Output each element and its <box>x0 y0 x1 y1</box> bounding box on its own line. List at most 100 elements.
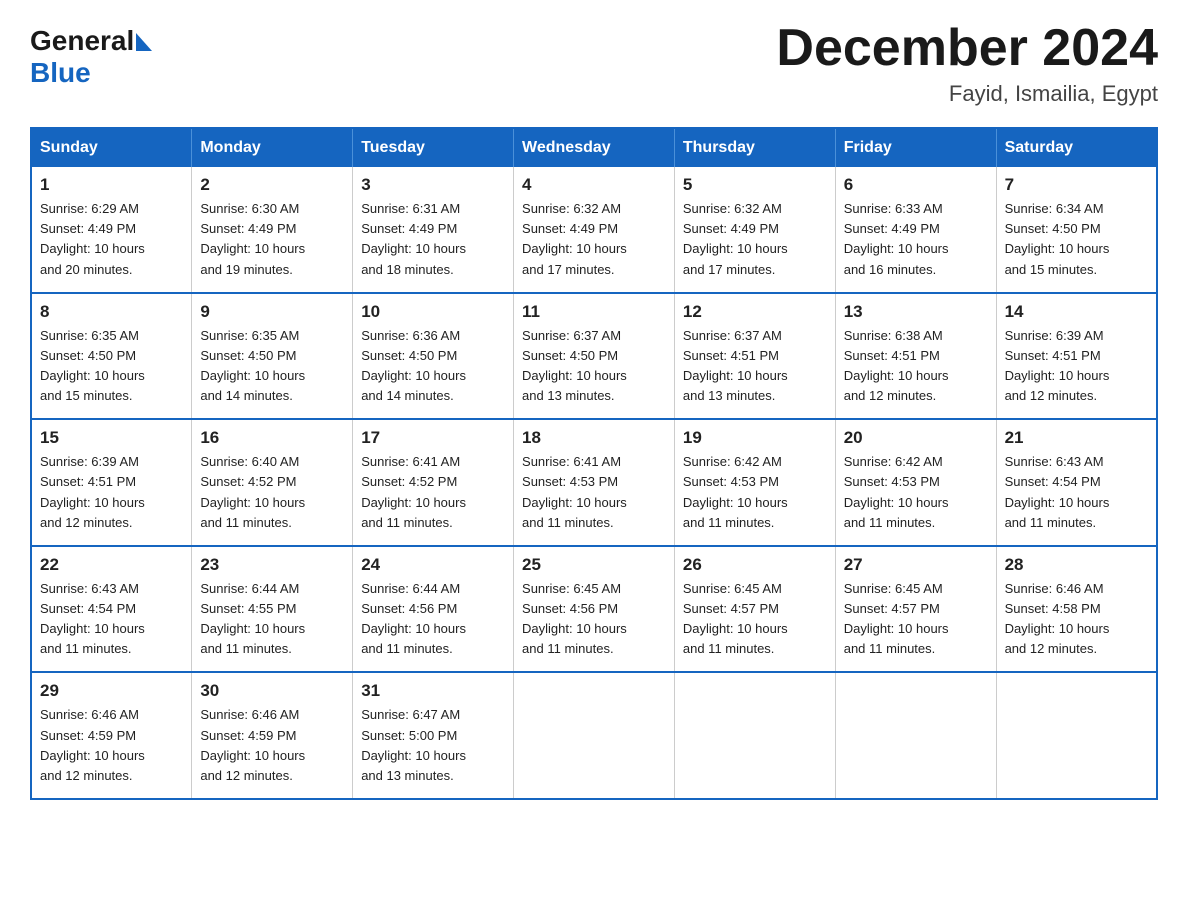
day-cell: 19 Sunrise: 6:42 AM Sunset: 4:53 PM Dayl… <box>674 419 835 546</box>
day-number: 24 <box>361 555 505 575</box>
title-section: December 2024 Fayid, Ismailia, Egypt <box>776 20 1158 107</box>
week-row-2: 8 Sunrise: 6:35 AM Sunset: 4:50 PM Dayli… <box>31 293 1157 420</box>
week-row-5: 29 Sunrise: 6:46 AM Sunset: 4:59 PM Dayl… <box>31 672 1157 799</box>
day-cell: 21 Sunrise: 6:43 AM Sunset: 4:54 PM Dayl… <box>996 419 1157 546</box>
page-header: General Blue December 2024 Fayid, Ismail… <box>30 20 1158 107</box>
calendar-table: SundayMondayTuesdayWednesdayThursdayFrid… <box>30 127 1158 800</box>
day-info: Sunrise: 6:44 AM Sunset: 4:55 PM Dayligh… <box>200 579 344 660</box>
day-cell: 30 Sunrise: 6:46 AM Sunset: 4:59 PM Dayl… <box>192 672 353 799</box>
day-cell: 15 Sunrise: 6:39 AM Sunset: 4:51 PM Dayl… <box>31 419 192 546</box>
day-cell: 27 Sunrise: 6:45 AM Sunset: 4:57 PM Dayl… <box>835 546 996 673</box>
day-info: Sunrise: 6:38 AM Sunset: 4:51 PM Dayligh… <box>844 326 988 407</box>
day-number: 11 <box>522 302 666 322</box>
logo: General Blue <box>30 20 152 89</box>
day-cell: 18 Sunrise: 6:41 AM Sunset: 4:53 PM Dayl… <box>514 419 675 546</box>
day-info: Sunrise: 6:35 AM Sunset: 4:50 PM Dayligh… <box>200 326 344 407</box>
day-cell: 31 Sunrise: 6:47 AM Sunset: 5:00 PM Dayl… <box>353 672 514 799</box>
week-row-4: 22 Sunrise: 6:43 AM Sunset: 4:54 PM Dayl… <box>31 546 1157 673</box>
day-cell: 3 Sunrise: 6:31 AM Sunset: 4:49 PM Dayli… <box>353 167 514 293</box>
day-cell: 8 Sunrise: 6:35 AM Sunset: 4:50 PM Dayli… <box>31 293 192 420</box>
logo-general: General <box>30 25 134 57</box>
header-thursday: Thursday <box>674 128 835 167</box>
day-cell: 2 Sunrise: 6:30 AM Sunset: 4:49 PM Dayli… <box>192 167 353 293</box>
day-cell: 24 Sunrise: 6:44 AM Sunset: 4:56 PM Dayl… <box>353 546 514 673</box>
day-number: 29 <box>40 681 183 701</box>
day-info: Sunrise: 6:36 AM Sunset: 4:50 PM Dayligh… <box>361 326 505 407</box>
day-cell: 12 Sunrise: 6:37 AM Sunset: 4:51 PM Dayl… <box>674 293 835 420</box>
day-info: Sunrise: 6:37 AM Sunset: 4:50 PM Dayligh… <box>522 326 666 407</box>
day-cell: 6 Sunrise: 6:33 AM Sunset: 4:49 PM Dayli… <box>835 167 996 293</box>
day-info: Sunrise: 6:42 AM Sunset: 4:53 PM Dayligh… <box>844 452 988 533</box>
day-info: Sunrise: 6:37 AM Sunset: 4:51 PM Dayligh… <box>683 326 827 407</box>
day-cell: 10 Sunrise: 6:36 AM Sunset: 4:50 PM Dayl… <box>353 293 514 420</box>
location: Fayid, Ismailia, Egypt <box>776 81 1158 107</box>
week-row-3: 15 Sunrise: 6:39 AM Sunset: 4:51 PM Dayl… <box>31 419 1157 546</box>
day-info: Sunrise: 6:45 AM Sunset: 4:57 PM Dayligh… <box>683 579 827 660</box>
header-sunday: Sunday <box>31 128 192 167</box>
day-cell <box>674 672 835 799</box>
day-cell: 16 Sunrise: 6:40 AM Sunset: 4:52 PM Dayl… <box>192 419 353 546</box>
day-info: Sunrise: 6:31 AM Sunset: 4:49 PM Dayligh… <box>361 199 505 280</box>
day-number: 10 <box>361 302 505 322</box>
day-number: 8 <box>40 302 183 322</box>
day-info: Sunrise: 6:32 AM Sunset: 4:49 PM Dayligh… <box>683 199 827 280</box>
day-number: 17 <box>361 428 505 448</box>
day-number: 9 <box>200 302 344 322</box>
day-number: 21 <box>1005 428 1148 448</box>
day-number: 3 <box>361 175 505 195</box>
day-info: Sunrise: 6:46 AM Sunset: 4:59 PM Dayligh… <box>200 705 344 786</box>
day-number: 12 <box>683 302 827 322</box>
day-cell: 14 Sunrise: 6:39 AM Sunset: 4:51 PM Dayl… <box>996 293 1157 420</box>
day-cell <box>996 672 1157 799</box>
day-number: 13 <box>844 302 988 322</box>
day-cell: 9 Sunrise: 6:35 AM Sunset: 4:50 PM Dayli… <box>192 293 353 420</box>
day-number: 25 <box>522 555 666 575</box>
day-info: Sunrise: 6:41 AM Sunset: 4:53 PM Dayligh… <box>522 452 666 533</box>
day-number: 15 <box>40 428 183 448</box>
day-cell <box>835 672 996 799</box>
day-info: Sunrise: 6:43 AM Sunset: 4:54 PM Dayligh… <box>1005 452 1148 533</box>
day-cell: 7 Sunrise: 6:34 AM Sunset: 4:50 PM Dayli… <box>996 167 1157 293</box>
day-info: Sunrise: 6:29 AM Sunset: 4:49 PM Dayligh… <box>40 199 183 280</box>
header-monday: Monday <box>192 128 353 167</box>
day-cell: 1 Sunrise: 6:29 AM Sunset: 4:49 PM Dayli… <box>31 167 192 293</box>
day-cell <box>514 672 675 799</box>
day-info: Sunrise: 6:32 AM Sunset: 4:49 PM Dayligh… <box>522 199 666 280</box>
day-cell: 4 Sunrise: 6:32 AM Sunset: 4:49 PM Dayli… <box>514 167 675 293</box>
day-info: Sunrise: 6:40 AM Sunset: 4:52 PM Dayligh… <box>200 452 344 533</box>
day-info: Sunrise: 6:39 AM Sunset: 4:51 PM Dayligh… <box>1005 326 1148 407</box>
day-cell: 13 Sunrise: 6:38 AM Sunset: 4:51 PM Dayl… <box>835 293 996 420</box>
day-info: Sunrise: 6:33 AM Sunset: 4:49 PM Dayligh… <box>844 199 988 280</box>
logo-arrow-icon <box>136 33 152 51</box>
day-info: Sunrise: 6:34 AM Sunset: 4:50 PM Dayligh… <box>1005 199 1148 280</box>
day-cell: 25 Sunrise: 6:45 AM Sunset: 4:56 PM Dayl… <box>514 546 675 673</box>
day-info: Sunrise: 6:43 AM Sunset: 4:54 PM Dayligh… <box>40 579 183 660</box>
day-info: Sunrise: 6:46 AM Sunset: 4:59 PM Dayligh… <box>40 705 183 786</box>
logo-blue: Blue <box>30 57 91 89</box>
day-cell: 11 Sunrise: 6:37 AM Sunset: 4:50 PM Dayl… <box>514 293 675 420</box>
day-cell: 20 Sunrise: 6:42 AM Sunset: 4:53 PM Dayl… <box>835 419 996 546</box>
header-saturday: Saturday <box>996 128 1157 167</box>
day-number: 18 <box>522 428 666 448</box>
header-wednesday: Wednesday <box>514 128 675 167</box>
day-number: 1 <box>40 175 183 195</box>
day-info: Sunrise: 6:30 AM Sunset: 4:49 PM Dayligh… <box>200 199 344 280</box>
day-cell: 5 Sunrise: 6:32 AM Sunset: 4:49 PM Dayli… <box>674 167 835 293</box>
day-number: 14 <box>1005 302 1148 322</box>
day-info: Sunrise: 6:46 AM Sunset: 4:58 PM Dayligh… <box>1005 579 1148 660</box>
day-info: Sunrise: 6:45 AM Sunset: 4:56 PM Dayligh… <box>522 579 666 660</box>
day-cell: 22 Sunrise: 6:43 AM Sunset: 4:54 PM Dayl… <box>31 546 192 673</box>
day-cell: 23 Sunrise: 6:44 AM Sunset: 4:55 PM Dayl… <box>192 546 353 673</box>
day-number: 4 <box>522 175 666 195</box>
header-tuesday: Tuesday <box>353 128 514 167</box>
day-info: Sunrise: 6:35 AM Sunset: 4:50 PM Dayligh… <box>40 326 183 407</box>
day-info: Sunrise: 6:41 AM Sunset: 4:52 PM Dayligh… <box>361 452 505 533</box>
day-number: 30 <box>200 681 344 701</box>
header-row: SundayMondayTuesdayWednesdayThursdayFrid… <box>31 128 1157 167</box>
week-row-1: 1 Sunrise: 6:29 AM Sunset: 4:49 PM Dayli… <box>31 167 1157 293</box>
day-info: Sunrise: 6:42 AM Sunset: 4:53 PM Dayligh… <box>683 452 827 533</box>
month-title: December 2024 <box>776 20 1158 77</box>
day-cell: 29 Sunrise: 6:46 AM Sunset: 4:59 PM Dayl… <box>31 672 192 799</box>
day-info: Sunrise: 6:45 AM Sunset: 4:57 PM Dayligh… <box>844 579 988 660</box>
day-number: 23 <box>200 555 344 575</box>
